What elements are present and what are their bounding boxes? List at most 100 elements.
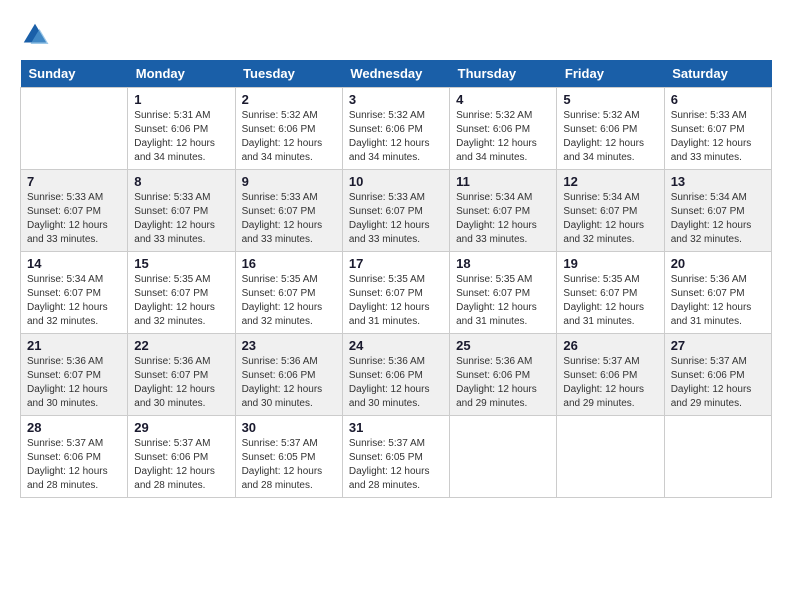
day-detail: Sunrise: 5:34 AM Sunset: 6:07 PM Dayligh… [563, 191, 657, 247]
header-row: SundayMondayTuesdayWednesdayThursdayFrid… [21, 60, 772, 88]
day-detail: Sunrise: 5:31 AM Sunset: 6:06 PM Dayligh… [134, 109, 228, 165]
calendar-cell: 21 Sunrise: 5:36 AM Sunset: 6:07 PM Dayli… [21, 334, 128, 416]
day-number: 7 [27, 174, 121, 189]
day-number: 10 [349, 174, 443, 189]
calendar-cell: 29 Sunrise: 5:37 AM Sunset: 6:06 PM Dayli… [128, 416, 235, 498]
day-detail: Sunrise: 5:37 AM Sunset: 6:05 PM Dayligh… [349, 437, 443, 493]
calendar-cell: 19 Sunrise: 5:35 AM Sunset: 6:07 PM Dayli… [557, 252, 664, 334]
day-detail: Sunrise: 5:32 AM Sunset: 6:06 PM Dayligh… [456, 109, 550, 165]
day-detail: Sunrise: 5:33 AM Sunset: 6:07 PM Dayligh… [27, 191, 121, 247]
day-detail: Sunrise: 5:33 AM Sunset: 6:07 PM Dayligh… [242, 191, 336, 247]
calendar-cell: 10 Sunrise: 5:33 AM Sunset: 6:07 PM Dayli… [342, 170, 449, 252]
header-thursday: Thursday [450, 60, 557, 88]
day-detail: Sunrise: 5:36 AM Sunset: 6:07 PM Dayligh… [134, 355, 228, 411]
day-number: 17 [349, 256, 443, 271]
day-detail: Sunrise: 5:34 AM Sunset: 6:07 PM Dayligh… [456, 191, 550, 247]
day-number: 6 [671, 92, 765, 107]
header-sunday: Sunday [21, 60, 128, 88]
calendar-cell [664, 416, 771, 498]
day-number: 2 [242, 92, 336, 107]
calendar-cell: 25 Sunrise: 5:36 AM Sunset: 6:06 PM Dayli… [450, 334, 557, 416]
week-row-1: 1 Sunrise: 5:31 AM Sunset: 6:06 PM Daylig… [21, 88, 772, 170]
day-number: 28 [27, 420, 121, 435]
day-detail: Sunrise: 5:34 AM Sunset: 6:07 PM Dayligh… [671, 191, 765, 247]
day-number: 14 [27, 256, 121, 271]
calendar-cell: 24 Sunrise: 5:36 AM Sunset: 6:06 PM Dayli… [342, 334, 449, 416]
day-detail: Sunrise: 5:37 AM Sunset: 6:05 PM Dayligh… [242, 437, 336, 493]
page-header [20, 20, 772, 50]
day-detail: Sunrise: 5:36 AM Sunset: 6:07 PM Dayligh… [671, 273, 765, 329]
week-row-3: 14 Sunrise: 5:34 AM Sunset: 6:07 PM Dayli… [21, 252, 772, 334]
day-detail: Sunrise: 5:37 AM Sunset: 6:06 PM Dayligh… [671, 355, 765, 411]
day-number: 24 [349, 338, 443, 353]
day-number: 21 [27, 338, 121, 353]
day-detail: Sunrise: 5:34 AM Sunset: 6:07 PM Dayligh… [27, 273, 121, 329]
day-detail: Sunrise: 5:32 AM Sunset: 6:06 PM Dayligh… [563, 109, 657, 165]
calendar-cell: 18 Sunrise: 5:35 AM Sunset: 6:07 PM Dayli… [450, 252, 557, 334]
day-detail: Sunrise: 5:37 AM Sunset: 6:06 PM Dayligh… [134, 437, 228, 493]
calendar-cell [450, 416, 557, 498]
day-number: 12 [563, 174, 657, 189]
day-detail: Sunrise: 5:35 AM Sunset: 6:07 PM Dayligh… [563, 273, 657, 329]
day-number: 25 [456, 338, 550, 353]
day-number: 15 [134, 256, 228, 271]
day-number: 3 [349, 92, 443, 107]
day-detail: Sunrise: 5:35 AM Sunset: 6:07 PM Dayligh… [134, 273, 228, 329]
calendar-cell: 22Sunrise: 5:36 AM Sunset: 6:07 PM Dayli… [128, 334, 235, 416]
day-detail: Sunrise: 5:32 AM Sunset: 6:06 PM Dayligh… [242, 109, 336, 165]
calendar-cell [557, 416, 664, 498]
day-number: 1 [134, 92, 228, 107]
day-number: 8 [134, 174, 228, 189]
day-detail: Sunrise: 5:37 AM Sunset: 6:06 PM Dayligh… [563, 355, 657, 411]
calendar-cell: 11 Sunrise: 5:34 AM Sunset: 6:07 PM Dayli… [450, 170, 557, 252]
day-number: 9 [242, 174, 336, 189]
day-number: 30 [242, 420, 336, 435]
calendar-table: SundayMondayTuesdayWednesdayThursdayFrid… [20, 60, 772, 498]
day-number: 18 [456, 256, 550, 271]
header-monday: Monday [128, 60, 235, 88]
day-detail: Sunrise: 5:36 AM Sunset: 6:06 PM Dayligh… [349, 355, 443, 411]
header-tuesday: Tuesday [235, 60, 342, 88]
day-number: 27 [671, 338, 765, 353]
calendar-cell [21, 88, 128, 170]
day-detail: Sunrise: 5:33 AM Sunset: 6:07 PM Dayligh… [349, 191, 443, 247]
calendar-cell: 27 Sunrise: 5:37 AM Sunset: 6:06 PM Dayli… [664, 334, 771, 416]
calendar-cell: 15 Sunrise: 5:35 AM Sunset: 6:07 PM Dayli… [128, 252, 235, 334]
week-row-4: 21 Sunrise: 5:36 AM Sunset: 6:07 PM Dayli… [21, 334, 772, 416]
day-detail: Sunrise: 5:36 AM Sunset: 6:06 PM Dayligh… [456, 355, 550, 411]
calendar-cell: 17Sunrise: 5:35 AM Sunset: 6:07 PM Dayli… [342, 252, 449, 334]
day-detail: Sunrise: 5:32 AM Sunset: 6:06 PM Dayligh… [349, 109, 443, 165]
day-number: 19 [563, 256, 657, 271]
day-detail: Sunrise: 5:36 AM Sunset: 6:06 PM Dayligh… [242, 355, 336, 411]
day-number: 13 [671, 174, 765, 189]
header-wednesday: Wednesday [342, 60, 449, 88]
logo [20, 20, 54, 50]
week-row-2: 7 Sunrise: 5:33 AM Sunset: 6:07 PM Daylig… [21, 170, 772, 252]
day-detail: Sunrise: 5:33 AM Sunset: 6:07 PM Dayligh… [134, 191, 228, 247]
calendar-cell: 23 Sunrise: 5:36 AM Sunset: 6:06 PM Dayli… [235, 334, 342, 416]
calendar-cell: 8 Sunrise: 5:33 AM Sunset: 6:07 PM Daylig… [128, 170, 235, 252]
calendar-cell: 30 Sunrise: 5:37 AM Sunset: 6:05 PM Dayli… [235, 416, 342, 498]
header-saturday: Saturday [664, 60, 771, 88]
calendar-cell: 16Sunrise: 5:35 AM Sunset: 6:07 PM Dayli… [235, 252, 342, 334]
day-number: 11 [456, 174, 550, 189]
calendar-cell: 31Sunrise: 5:37 AM Sunset: 6:05 PM Dayli… [342, 416, 449, 498]
day-detail: Sunrise: 5:35 AM Sunset: 6:07 PM Dayligh… [456, 273, 550, 329]
day-detail: Sunrise: 5:35 AM Sunset: 6:07 PM Dayligh… [242, 273, 336, 329]
calendar-cell: 2 Sunrise: 5:32 AM Sunset: 6:06 PM Daylig… [235, 88, 342, 170]
day-number: 23 [242, 338, 336, 353]
calendar-cell: 9 Sunrise: 5:33 AM Sunset: 6:07 PM Daylig… [235, 170, 342, 252]
calendar-cell: 26Sunrise: 5:37 AM Sunset: 6:06 PM Dayli… [557, 334, 664, 416]
calendar-cell: 28 Sunrise: 5:37 AM Sunset: 6:06 PM Dayli… [21, 416, 128, 498]
day-number: 29 [134, 420, 228, 435]
day-detail: Sunrise: 5:37 AM Sunset: 6:06 PM Dayligh… [27, 437, 121, 493]
day-number: 20 [671, 256, 765, 271]
calendar-cell: 12 Sunrise: 5:34 AM Sunset: 6:07 PM Dayli… [557, 170, 664, 252]
logo-icon [20, 20, 50, 50]
day-detail: Sunrise: 5:33 AM Sunset: 6:07 PM Dayligh… [671, 109, 765, 165]
day-detail: Sunrise: 5:36 AM Sunset: 6:07 PM Dayligh… [27, 355, 121, 411]
calendar-cell: 4Sunrise: 5:32 AM Sunset: 6:06 PM Daylig… [450, 88, 557, 170]
calendar-cell: 7 Sunrise: 5:33 AM Sunset: 6:07 PM Daylig… [21, 170, 128, 252]
calendar-cell: 20 Sunrise: 5:36 AM Sunset: 6:07 PM Dayli… [664, 252, 771, 334]
calendar-cell: 13 Sunrise: 5:34 AM Sunset: 6:07 PM Dayli… [664, 170, 771, 252]
